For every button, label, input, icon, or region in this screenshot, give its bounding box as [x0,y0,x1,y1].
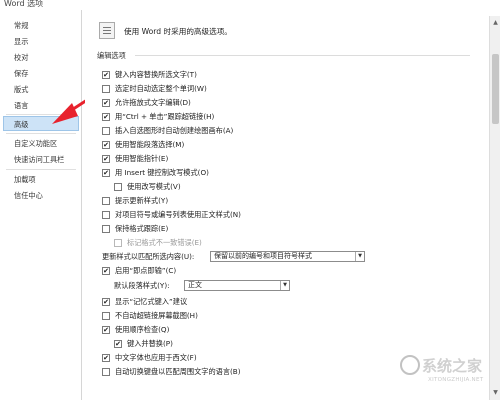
watermark-text: 系统之家 [422,357,483,375]
style-update-select[interactable]: 保留以前的编号和项目符号样式 ▼ [210,251,365,262]
checkbox[interactable]: ✔ [102,99,110,107]
sidebar-item-layout[interactable]: 版式 [3,81,79,96]
checkbox[interactable]: ✔ [102,155,110,163]
default-paragraph-style-row: 默认段落样式(Y): 正文 ▼ [114,280,290,292]
site-watermark: 系统之家 XITONGZHIJIA.NET [400,355,495,397]
sidebar-item-add-ins[interactable]: 加载项 [3,171,79,186]
chevron-down-icon[interactable]: ▼ [280,281,289,290]
checkbox[interactable]: ✔ [102,71,110,79]
vertical-scrollbar[interactable]: ▲ ▼ [489,16,500,400]
sidebar-item-general[interactable]: 常规 [3,17,79,32]
sidebar-item-trust-center[interactable]: 信任中心 [3,187,79,202]
checkbox [114,239,122,247]
checkbox[interactable] [102,211,110,219]
watermark-logo-icon [400,355,420,375]
section-title-editing: 编辑选项 [97,51,126,60]
advanced-options-panel: 使用 Word 时采用的高级选项。 编辑选项 ✔ 键入内容替换所选文字(T) 选… [85,10,500,400]
sidebar-item-advanced[interactable]: 高级 [3,116,79,131]
checkbox[interactable] [114,183,122,191]
chevron-down-icon[interactable]: ▼ [355,252,364,261]
window-titlebar: Word 选项 [0,0,500,9]
panel-header: 使用 Word 时采用的高级选项。 [99,20,479,42]
options-sidebar: 常规 显示 校对 保存 版式 语言 高级 自定义功能区 快速访问工具栏 加载项 … [0,10,82,400]
scroll-up-icon[interactable]: ▲ [492,19,499,27]
sidebar-item-customize-ribbon[interactable]: 自定义功能区 [3,135,79,150]
default-paragraph-style-label: 默认段落样式(Y): [114,281,170,290]
checkbox[interactable] [102,127,110,135]
sidebar-divider [6,133,76,134]
checkbox[interactable] [102,368,110,376]
sidebar-item-proofing[interactable]: 校对 [3,49,79,64]
panel-header-text: 使用 Word 时采用的高级选项。 [124,27,232,36]
checkbox[interactable] [102,85,110,93]
checkbox[interactable]: ✔ [102,141,110,149]
document-options-icon [99,22,115,39]
window-title: Word 选项 [4,0,44,8]
checkbox[interactable]: ✔ [114,340,122,348]
sidebar-divider [6,169,76,170]
checkbox[interactable]: ✔ [102,354,110,362]
checkbox[interactable] [102,225,110,233]
checkbox[interactable] [102,197,110,205]
default-paragraph-style-select[interactable]: 正文 ▼ [184,280,290,291]
checkbox[interactable]: ✔ [102,298,110,306]
scrollbar-thumb[interactable] [492,54,499,124]
section-divider [135,55,470,56]
sidebar-divider [6,114,76,115]
checkbox[interactable]: ✔ [102,267,110,275]
checkbox[interactable]: ✔ [102,169,110,177]
style-update-row: 更新样式以匹配所选内容(U): 保留以前的编号和项目符号样式 ▼ [102,251,367,263]
sidebar-item-quick-access-toolbar[interactable]: 快速访问工具栏 [3,151,79,166]
checkbox[interactable]: ✔ [102,326,110,334]
style-update-label: 更新样式以匹配所选内容(U): [102,252,195,261]
checkbox[interactable]: ✔ [102,113,110,121]
watermark-subtext: XITONGZHIJIA.NET [428,377,484,383]
sidebar-item-display[interactable]: 显示 [3,33,79,48]
checkbox[interactable] [102,312,110,320]
sidebar-item-language[interactable]: 语言 [3,97,79,112]
sidebar-item-save[interactable]: 保存 [3,65,79,80]
